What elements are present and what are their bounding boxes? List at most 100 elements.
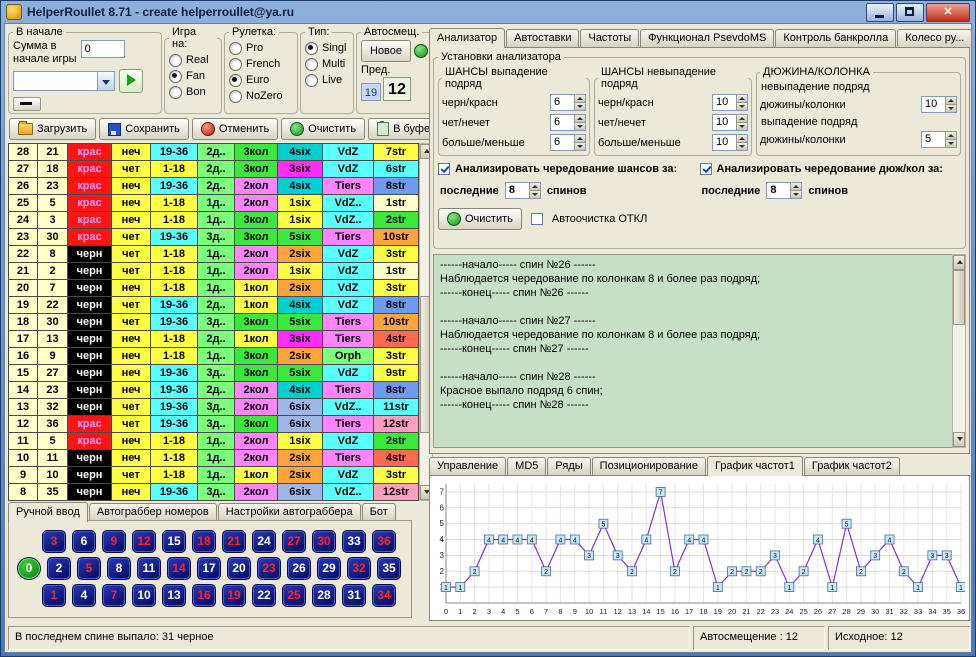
spinner-down-icon[interactable] xyxy=(736,122,747,130)
history-row[interactable]: 255краснеч1-181д..2кол1sixVdZ..1str xyxy=(9,195,419,212)
number-button-12[interactable]: 12 xyxy=(132,530,156,553)
history-row[interactable]: 115краснеч1-181д..2кол1sixVdZ2str xyxy=(9,433,419,450)
history-row[interactable]: 1830чернчет19-363д..3кол5sixTiers10str xyxy=(9,314,419,331)
dozen-hit-spinner[interactable]: 5 xyxy=(921,131,957,148)
number-button-8[interactable]: 8 xyxy=(107,557,131,580)
tab-график-частот2[interactable]: График частот2 xyxy=(804,457,900,475)
number-button-26[interactable]: 26 xyxy=(287,557,311,580)
high-low-miss-spinner[interactable]: 10 xyxy=(712,134,748,151)
number-button-30[interactable]: 30 xyxy=(312,530,336,553)
spinner-down-icon[interactable] xyxy=(790,190,801,198)
spinner-up-icon[interactable] xyxy=(736,95,747,102)
number-button-33[interactable]: 33 xyxy=(342,530,366,553)
history-row[interactable]: 243краснеч1-181д..3кол1sixVdZ..2str xyxy=(9,212,419,229)
history-row[interactable]: 1423черннеч19-362д..2кол4sixTiers8str xyxy=(9,382,419,399)
spinner-down-icon[interactable] xyxy=(945,104,956,112)
number-button-3[interactable]: 3 xyxy=(42,530,66,553)
number-button-27[interactable]: 27 xyxy=(282,530,306,553)
history-row[interactable]: 910чернчет1-181д..1кол2sixVdZ3str xyxy=(9,467,419,484)
history-row[interactable]: 1922чернчет19-362д..1кол4sixVdZ8str xyxy=(9,297,419,314)
high-low-hit-spinner[interactable]: 6 xyxy=(550,134,586,151)
tab-колесо-ру...[interactable]: Колесо ру... xyxy=(897,29,972,47)
radio-nozero[interactable]: NoZero xyxy=(229,88,293,104)
history-row[interactable]: 2330красчет19-363д..3кол5sixTiers10str xyxy=(9,229,419,246)
tab-частоты[interactable]: Частоты xyxy=(580,29,639,47)
number-button-34[interactable]: 34 xyxy=(372,584,396,607)
start-button play-icon[interactable] xyxy=(119,69,143,93)
number-button-21[interactable]: 21 xyxy=(222,530,246,553)
spinner-down-icon[interactable] xyxy=(736,102,747,110)
number-button-25[interactable]: 25 xyxy=(282,584,306,607)
number-button-36[interactable]: 36 xyxy=(372,530,396,553)
combo-dropdown-icon[interactable] xyxy=(97,72,114,90)
radio-real[interactable]: Real xyxy=(169,52,217,68)
clear-button[interactable]: Очистить xyxy=(281,118,365,140)
spinner-up-icon[interactable] xyxy=(945,97,956,104)
analyzer-log[interactable]: ------начало----- спин №26 ------ Наблюд… xyxy=(433,254,952,448)
tab-контроль-банкролла[interactable]: Контроль банкролла xyxy=(775,29,896,47)
radio-bon[interactable]: Bon xyxy=(169,84,217,100)
number-button-10[interactable]: 10 xyxy=(132,584,156,607)
spinner-up-icon[interactable] xyxy=(574,95,585,102)
spinner-up-icon[interactable] xyxy=(574,135,585,142)
start-sum-input[interactable] xyxy=(81,40,125,58)
scrollbar-track[interactable] xyxy=(953,270,965,432)
spinner-down-icon[interactable] xyxy=(736,142,747,150)
spinner-up-icon[interactable] xyxy=(574,115,585,122)
number-button-2[interactable]: 2 xyxy=(47,557,71,580)
history-row[interactable]: 212чернчет1-181д..2кол1sixVdZ1str xyxy=(9,263,419,280)
number-button-22[interactable]: 22 xyxy=(252,584,276,607)
number-button-11[interactable]: 11 xyxy=(137,557,161,580)
history-row[interactable]: 169черннеч1-181д..3кол2sixOrph3str xyxy=(9,348,419,365)
titlebar[interactable]: HelperRoullet 8.71 - create helperroulle… xyxy=(1,1,975,23)
number-button-17[interactable]: 17 xyxy=(197,557,221,580)
tab-анализатор[interactable]: Анализатор xyxy=(429,28,505,48)
load-button[interactable]: Загрузить xyxy=(9,118,96,140)
number-button-28[interactable]: 28 xyxy=(312,584,336,607)
history-row[interactable]: 1527черннеч19-363д..3кол5sixVdZ9str xyxy=(9,365,419,382)
spinner-down-icon[interactable] xyxy=(945,139,956,147)
scrollbar-thumb[interactable] xyxy=(953,270,965,325)
even-odd-miss-spinner[interactable]: 10 xyxy=(712,114,748,131)
dozen-miss-spinner[interactable]: 10 xyxy=(921,96,957,113)
number-button-6[interactable]: 6 xyxy=(72,530,96,553)
number-button-23[interactable]: 23 xyxy=(257,557,281,580)
history-row[interactable]: 2623краснеч19-362д..2кол4sixTiers8str xyxy=(9,178,419,195)
number-button-4[interactable]: 4 xyxy=(72,584,96,607)
tab-ручной-ввод[interactable]: Ручной ввод xyxy=(8,502,88,522)
radio-fan[interactable]: Fan xyxy=(169,68,217,84)
radio-live[interactable]: Live xyxy=(305,72,349,88)
black-red-miss-spinner[interactable]: 10 xyxy=(712,94,748,111)
history-row[interactable]: 1332чернчет19-363д..2кол6sixVdZ..11str xyxy=(9,399,419,416)
spinner-up-icon[interactable] xyxy=(736,135,747,142)
scroll-up-icon[interactable] xyxy=(953,255,965,270)
tab-автоставки[interactable]: Автоставки xyxy=(506,29,579,47)
number-button-15[interactable]: 15 xyxy=(162,530,186,553)
history-row[interactable]: 207черннеч1-181д..1кол2sixVdZ3str xyxy=(9,280,419,297)
alternate-chances-checkbox[interactable] xyxy=(438,163,450,175)
number-button-32[interactable]: 32 xyxy=(347,557,371,580)
spinner-down-icon[interactable] xyxy=(574,142,585,150)
save-button[interactable]: Сохранить xyxy=(99,118,189,140)
maximize-button[interactable] xyxy=(896,3,924,22)
tab-график-частот1[interactable]: График частот1 xyxy=(707,456,803,476)
number-button-16[interactable]: 16 xyxy=(192,584,216,607)
number-button-24[interactable]: 24 xyxy=(252,530,276,553)
radio-euro[interactable]: Euro xyxy=(229,72,293,88)
profile-combobox[interactable] xyxy=(13,71,115,91)
spinner-up-icon[interactable] xyxy=(790,183,801,190)
spinner-up-icon[interactable] xyxy=(529,183,540,190)
scroll-down-icon[interactable] xyxy=(953,432,965,447)
number-button-5[interactable]: 5 xyxy=(77,557,101,580)
number-button-29[interactable]: 29 xyxy=(317,557,341,580)
tab-автограббер-номеров[interactable]: Автограббер номеров xyxy=(89,503,217,521)
tab-управление[interactable]: Управление xyxy=(429,457,506,475)
number-button-14[interactable]: 14 xyxy=(167,557,191,580)
history-row[interactable]: 2821краснеч19-362д..3кол4sixVdZ7str xyxy=(9,144,419,161)
even-odd-hit-spinner[interactable]: 6 xyxy=(550,114,586,131)
new-shift-button[interactable]: Новое xyxy=(361,40,411,62)
close-button[interactable] xyxy=(926,3,970,22)
tab-md5[interactable]: MD5 xyxy=(507,457,546,475)
last-spins-chances-spinner[interactable]: 8 xyxy=(505,182,541,199)
number-button-31[interactable]: 31 xyxy=(342,584,366,607)
